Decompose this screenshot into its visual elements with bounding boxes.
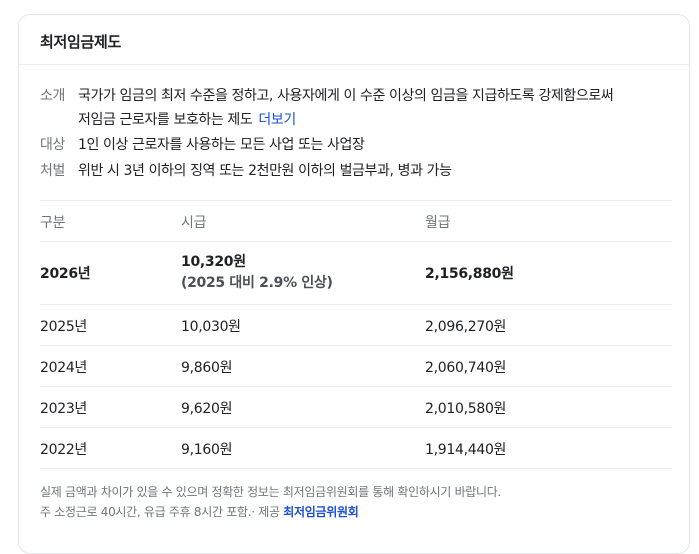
table-row: 2025년 10,030원 2,096,270원 (40, 305, 672, 346)
header-hourly: 시급 (181, 215, 207, 231)
footnote: 실제 금액과 차이가 있을 수 있으며 정확한 정보는 최저임금위원회를 통해 … (40, 482, 501, 522)
title-divider (19, 64, 689, 65)
row-hourly: 9,860원 (181, 360, 233, 376)
intro-label: 소개 (40, 88, 65, 104)
intro-line2: 저임금 근로자를 보호하는 제도 (78, 112, 253, 128)
table-row: 2022년 9,160원 1,914,440원 (40, 428, 672, 469)
table-row: 2023년 9,620원 2,010,580원 (40, 387, 672, 428)
table-row-2026: 2026년 10,320원 (2025 대비 2.9% 인상) 2,156,88… (40, 242, 672, 305)
row-year: 2023년 (40, 401, 88, 417)
table-row: 2024년 9,860원 2,060,740원 (40, 346, 672, 387)
intro-value: 국가가 임금의 최저 수준을 정하고, 사용자에게 이 수준 이상의 임금을 지… (78, 84, 678, 132)
row-hourly: 10,030원 (181, 319, 241, 335)
minimum-wage-card: 최저임금제도 소개 국가가 임금의 최저 수준을 정하고, 사용자에게 이 수준… (18, 14, 690, 554)
penalty-value: 위반 시 3년 이하의 징역 또는 2천만원 이하의 벌금부과, 병과 가능 (78, 163, 452, 179)
row-hourly: 10,320원 (2025 대비 2.9% 인상) (181, 252, 333, 294)
row-monthly: 2,060,740원 (425, 360, 507, 376)
row-monthly: 2,156,880원 (425, 266, 514, 282)
card-title: 최저임금제도 (40, 33, 122, 51)
row-monthly: 2,010,580원 (425, 401, 507, 417)
penalty-label: 처벌 (40, 163, 65, 179)
intro-line1: 국가가 임금의 최저 수준을 정하고, 사용자에게 이 수준 이상의 임금을 지… (78, 88, 614, 104)
source-link[interactable]: 최저임금위원회 (283, 505, 358, 519)
target-value: 1인 이상 근로자를 사용하는 모든 사업 또는 사업장 (78, 137, 365, 153)
table-header-row: 구분 시급 월급 (40, 200, 672, 242)
increase-note: (2025 대비 2.9% 인상) (181, 275, 333, 291)
row-monthly: 1,914,440원 (425, 442, 507, 458)
row-year: 2024년 (40, 360, 88, 376)
row-year: 2022년 (40, 442, 88, 458)
row-hourly: 9,160원 (181, 442, 233, 458)
wage-table: 구분 시급 월급 2026년 10,320원 (2025 대비 2.9% 인상)… (40, 200, 672, 469)
header-category: 구분 (40, 215, 66, 231)
row-year: 2025년 (40, 319, 88, 335)
target-label: 대상 (40, 137, 65, 153)
row-year: 2026년 (40, 266, 91, 282)
header-monthly: 월급 (425, 215, 451, 231)
footnote-line2: 주 소정근로 40시간, 유급 주휴 8시간 포함.· 제공 (40, 505, 280, 519)
more-link[interactable]: 더보기 (258, 112, 296, 128)
footnote-line1: 실제 금액과 차이가 있을 수 있으며 정확한 정보는 최저임금위원회를 통해 … (40, 485, 502, 499)
hourly-value: 10,320원 (181, 254, 246, 270)
row-monthly: 2,096,270원 (425, 319, 507, 335)
row-hourly: 9,620원 (181, 401, 233, 417)
